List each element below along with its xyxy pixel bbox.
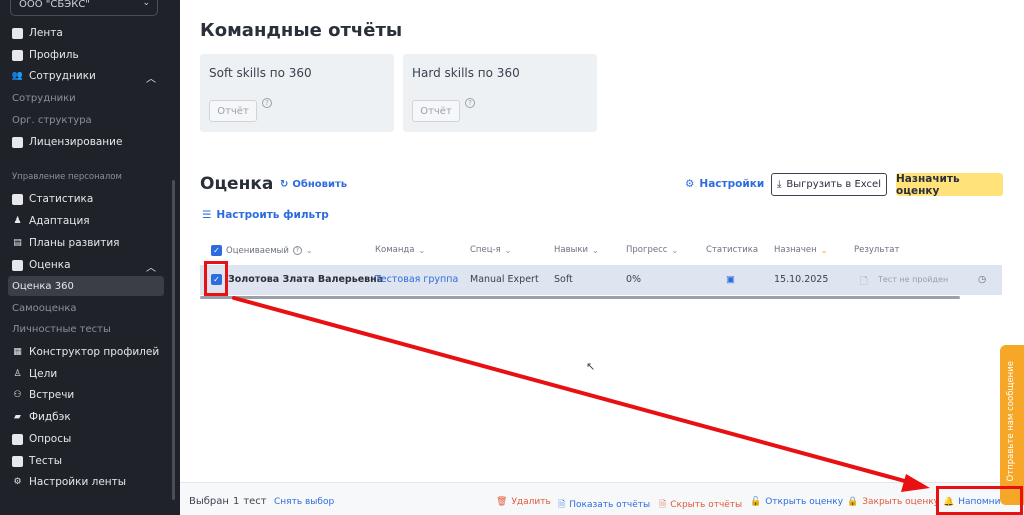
annotation-arrow bbox=[232, 296, 930, 492]
